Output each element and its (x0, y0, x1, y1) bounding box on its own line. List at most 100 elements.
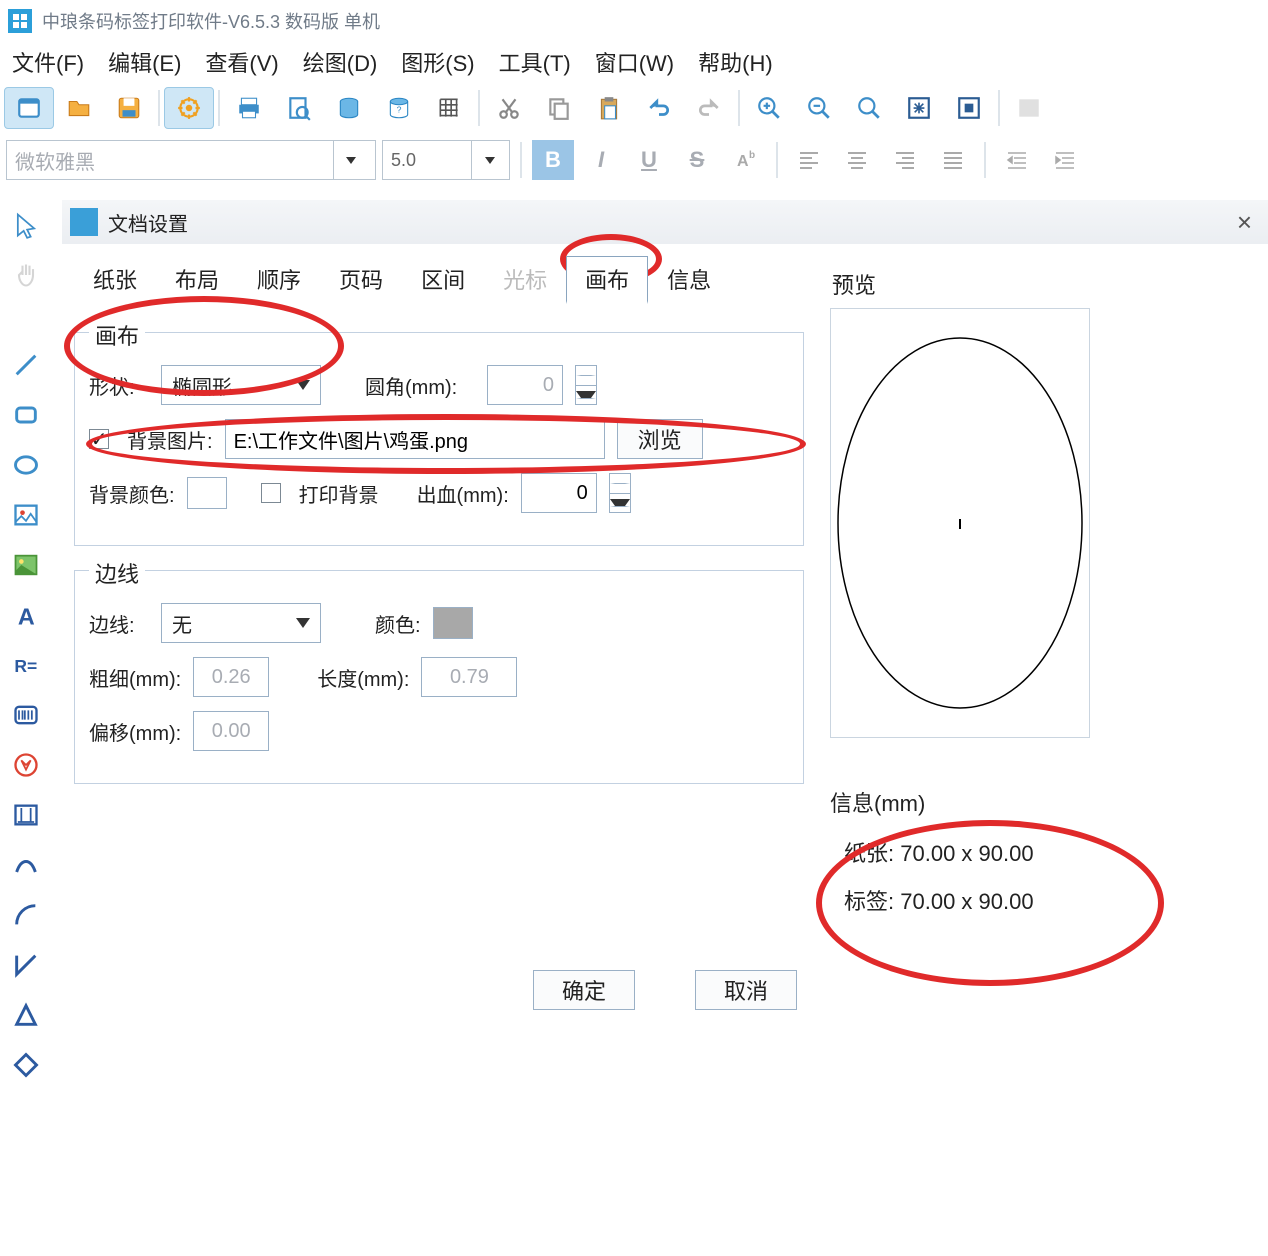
menu-edit[interactable]: 编辑(E) (102, 42, 187, 82)
zoom-in-button[interactable] (744, 87, 794, 129)
align-center-button[interactable] (836, 140, 878, 180)
corner-input[interactable] (487, 365, 563, 405)
border-label: 边线: (89, 609, 149, 638)
bold-button[interactable]: B (532, 140, 574, 180)
title-bar: 中琅条码标签打印软件-V6.5.3 数码版 单机 (0, 0, 1268, 42)
menu-graphic[interactable]: 图形(S) (395, 42, 480, 82)
cancel-button[interactable]: 取消 (695, 970, 797, 1010)
menu-help[interactable]: 帮助(H) (692, 42, 779, 82)
tab-paper[interactable]: 纸张 (74, 256, 156, 304)
open-button[interactable] (54, 87, 104, 129)
polygon-tool[interactable] (0, 940, 52, 990)
rect-tool[interactable] (0, 390, 52, 440)
undo-button[interactable] (634, 87, 684, 129)
ellipse-tool[interactable] (0, 440, 52, 490)
arc-tool[interactable] (0, 890, 52, 940)
side-toolbar: A R= (0, 200, 58, 1090)
paste-button[interactable] (584, 87, 634, 129)
indent-button[interactable] (996, 140, 1038, 180)
bg-image-path[interactable] (225, 419, 605, 459)
thickness-input[interactable] (193, 657, 269, 697)
border-value: 无 (172, 609, 192, 638)
bg-image-check[interactable]: ✓ (89, 429, 109, 449)
chevron-down-icon (296, 618, 310, 628)
zoom-out-button[interactable] (794, 87, 844, 129)
separator (738, 90, 740, 126)
length-input[interactable] (421, 657, 517, 697)
italic-button[interactable]: I (580, 140, 622, 180)
print-bg-check[interactable] (261, 483, 281, 503)
data-button[interactable]: ? (374, 87, 424, 129)
menu-bar: 文件(F) 编辑(E) 查看(V) 绘图(D) 图形(S) 工具(T) 窗口(W… (0, 42, 1268, 82)
menu-draw[interactable]: 绘图(D) (297, 42, 384, 82)
menu-view[interactable]: 查看(V) (199, 42, 284, 82)
cut-button[interactable] (484, 87, 534, 129)
line-tool[interactable] (0, 340, 52, 390)
tab-page[interactable]: 页码 (320, 256, 402, 304)
format-bar: 微软雅黑 B I U S Ab (0, 134, 1268, 186)
grid-button[interactable] (424, 87, 474, 129)
qr-tool[interactable] (0, 740, 52, 790)
zoom-fit-button[interactable] (844, 87, 894, 129)
tab-canvas[interactable]: 画布 (566, 256, 648, 304)
close-button[interactable]: × (1229, 207, 1260, 238)
pointer-tool[interactable] (0, 200, 52, 250)
font-size-input[interactable] (382, 140, 510, 180)
hand-tool[interactable] (0, 250, 52, 300)
align-right-button[interactable] (884, 140, 926, 180)
strike-button[interactable]: S (676, 140, 718, 180)
border-color-label: 颜色: (375, 609, 421, 638)
triangle-tool[interactable] (0, 990, 52, 1040)
menu-window[interactable]: 窗口(W) (589, 42, 680, 82)
menu-file[interactable]: 文件(F) (6, 42, 90, 82)
database-button[interactable] (324, 87, 374, 129)
bleed-spinner[interactable] (609, 473, 631, 513)
font-select[interactable]: 微软雅黑 (6, 140, 376, 180)
border-select[interactable]: 无 (161, 603, 321, 643)
bg-color-box[interactable] (187, 477, 227, 509)
underline-button[interactable]: U (628, 140, 670, 180)
superscript-button[interactable]: Ab (724, 140, 766, 180)
info-area: 信息(mm) 纸张: 70.00 x 90.00 标签: 70.00 x 90.… (830, 786, 1256, 916)
curve-tool[interactable] (0, 840, 52, 890)
new-button[interactable] (4, 87, 54, 129)
center-button[interactable] (944, 87, 994, 129)
dialog-icon (70, 208, 98, 236)
picture-tool[interactable] (0, 540, 52, 590)
align-left-button[interactable] (788, 140, 830, 180)
bleed-input[interactable] (521, 473, 597, 513)
browse-button[interactable]: 浏览 (617, 419, 703, 459)
copy-button[interactable] (534, 87, 584, 129)
shape-select[interactable]: 椭圆形 (161, 365, 321, 405)
rich-text-tool[interactable]: R= (0, 640, 52, 690)
svg-text:?: ? (397, 104, 402, 114)
font-size-value[interactable] (383, 150, 471, 171)
settings-button[interactable] (164, 87, 214, 129)
corner-spinner[interactable] (575, 365, 597, 405)
table-tool[interactable] (0, 790, 52, 840)
align-justify-button[interactable] (932, 140, 974, 180)
text-tool[interactable]: A (0, 590, 52, 640)
save-button[interactable] (104, 87, 154, 129)
tab-cursor[interactable]: 光标 (484, 256, 566, 304)
tab-info[interactable]: 信息 (648, 256, 730, 304)
tab-range[interactable]: 区间 (402, 256, 484, 304)
offset-input[interactable] (193, 711, 269, 751)
shape-label: 形状: (89, 371, 149, 400)
more-button[interactable] (1004, 87, 1054, 129)
preview-button[interactable] (274, 87, 324, 129)
image-tool[interactable] (0, 490, 52, 540)
print-button[interactable] (224, 87, 274, 129)
menu-tool[interactable]: 工具(T) (493, 42, 577, 82)
barcode-tool[interactable] (0, 690, 52, 740)
main-toolbar: ? (0, 82, 1268, 134)
tab-layout[interactable]: 布局 (156, 256, 238, 304)
border-color-box[interactable] (433, 607, 473, 639)
fit-button[interactable] (894, 87, 944, 129)
diamond-tool[interactable] (0, 1040, 52, 1090)
outdent-button[interactable] (1044, 140, 1086, 180)
ok-button[interactable]: 确定 (533, 970, 635, 1010)
redo-button[interactable] (684, 87, 734, 129)
chevron-down-icon (296, 380, 310, 390)
tab-order[interactable]: 顺序 (238, 256, 320, 304)
